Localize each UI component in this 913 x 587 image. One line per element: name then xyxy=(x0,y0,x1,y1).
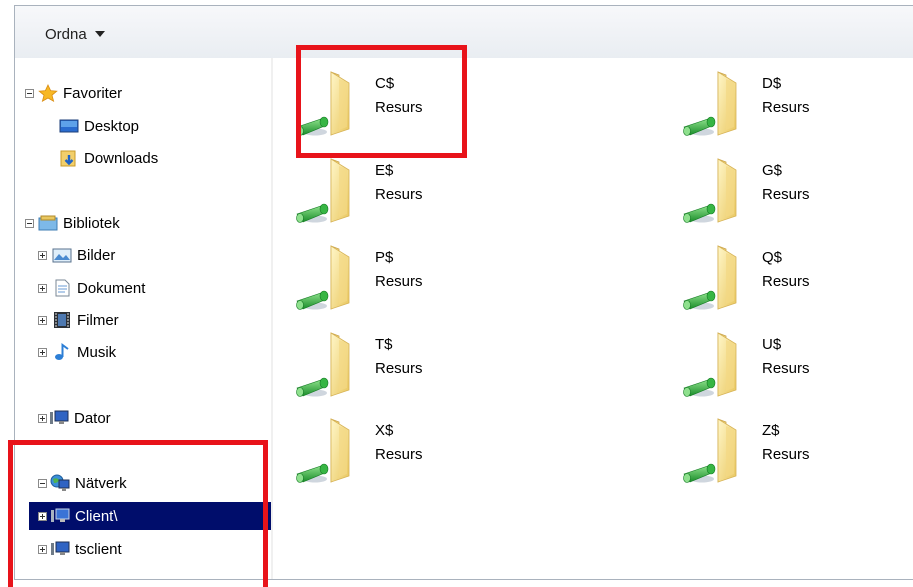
share-type: Resurs xyxy=(762,273,810,290)
content-pane: C$ Resurs D$ Resurs E$ Resurs G$ Resurs … xyxy=(273,58,913,579)
shared-folder-icon xyxy=(683,418,737,483)
collapse-icon[interactable] xyxy=(25,88,34,98)
nav-network-label: Nätverk xyxy=(75,474,127,492)
share-name: U$ xyxy=(762,336,782,353)
share-type: Resurs xyxy=(762,446,810,463)
share-name: E$ xyxy=(375,162,394,179)
nav-item-label: Bilder xyxy=(77,246,116,264)
share-item[interactable]: Q$ Resurs xyxy=(678,243,838,323)
expand-icon[interactable] xyxy=(38,315,47,325)
share-item[interactable]: E$ Resurs xyxy=(291,156,451,236)
explorer-window: Ordna Favoriter Desktop Downloads Biblio… xyxy=(14,5,913,580)
nav-item-videos[interactable]: Filmer xyxy=(38,306,119,334)
share-item[interactable]: P$ Resurs xyxy=(291,243,451,323)
share-type: Resurs xyxy=(375,360,423,377)
shared-folder-icon xyxy=(683,158,737,223)
share-name: X$ xyxy=(375,422,394,439)
nav-computer-label: Dator xyxy=(74,409,111,427)
share-item[interactable]: Z$ Resurs xyxy=(678,416,838,496)
share-type: Resurs xyxy=(375,273,423,290)
pictures-icon xyxy=(52,248,72,263)
share-type: Resurs xyxy=(375,446,423,463)
nav-item-downloads[interactable]: Downloads xyxy=(59,144,158,172)
star-icon xyxy=(38,84,58,102)
shared-folder-icon xyxy=(683,332,737,397)
share-item[interactable]: T$ Resurs xyxy=(291,330,451,410)
nav-item-desktop[interactable]: Desktop xyxy=(59,112,139,140)
share-type: Resurs xyxy=(375,99,423,116)
documents-icon xyxy=(55,279,70,297)
navigation-pane[interactable]: Favoriter Desktop Downloads Bibliotek Bi… xyxy=(15,58,272,579)
nav-item-label: Musik xyxy=(77,343,117,361)
collapse-icon[interactable] xyxy=(25,218,34,228)
nav-favorites-label: Favoriter xyxy=(63,84,123,102)
chevron-down-icon xyxy=(94,31,105,37)
share-item[interactable]: X$ Resurs xyxy=(291,416,451,496)
share-type: Resurs xyxy=(375,186,423,203)
nav-item-music[interactable]: Musik xyxy=(38,338,116,366)
shared-folder-icon xyxy=(296,332,350,397)
nav-item-documents[interactable]: Dokument xyxy=(38,274,145,302)
command-bar: Ordna xyxy=(15,6,913,59)
nav-libraries-label: Bibliotek xyxy=(63,214,120,232)
nav-item-label: Downloads xyxy=(84,149,159,167)
expand-icon[interactable] xyxy=(38,250,47,260)
share-name: P$ xyxy=(375,249,394,266)
nav-item-label: Client\ xyxy=(75,507,118,525)
expand-icon[interactable] xyxy=(38,413,47,423)
share-name: T$ xyxy=(375,336,393,353)
nav-item-pictures[interactable]: Bilder xyxy=(38,241,115,269)
network-globe-icon xyxy=(50,474,70,491)
shared-folder-icon xyxy=(683,245,737,310)
expand-icon[interactable] xyxy=(38,347,47,357)
film-icon xyxy=(54,312,70,328)
nav-item-label: Desktop xyxy=(84,117,140,135)
nav-favorites[interactable]: Favoriter xyxy=(25,79,122,107)
shared-folder-icon xyxy=(296,71,350,136)
share-item[interactable]: U$ Resurs xyxy=(678,330,838,410)
nav-network[interactable]: Nätverk xyxy=(38,469,127,497)
nav-item-label: Dokument xyxy=(77,279,146,297)
nav-item-client[interactable]: Client\ xyxy=(29,502,271,530)
share-name: G$ xyxy=(762,162,783,179)
expand-icon[interactable] xyxy=(38,544,47,554)
library-icon xyxy=(38,215,58,231)
shared-folder-icon xyxy=(296,418,350,483)
downloads-folder-icon xyxy=(60,150,76,167)
expand-icon[interactable] xyxy=(38,511,47,521)
music-note-icon xyxy=(55,343,69,360)
shared-folder-icon xyxy=(296,245,350,310)
share-name: D$ xyxy=(762,75,782,92)
network-computer-icon xyxy=(51,541,70,555)
share-type: Resurs xyxy=(762,360,810,377)
nav-item-label: tsclient xyxy=(75,540,122,558)
share-item[interactable]: G$ Resurs xyxy=(678,156,838,236)
network-computer-icon xyxy=(51,508,70,522)
computer-icon xyxy=(50,410,69,424)
organize-button[interactable]: Ordna xyxy=(45,23,105,45)
share-name: Q$ xyxy=(762,249,783,266)
expand-icon[interactable] xyxy=(38,283,47,293)
shared-folder-icon xyxy=(296,158,350,223)
nav-computer[interactable]: Dator xyxy=(38,404,111,432)
nav-libraries[interactable]: Bibliotek xyxy=(25,209,120,237)
share-type: Resurs xyxy=(762,186,810,203)
collapse-icon[interactable] xyxy=(38,478,47,488)
share-type: Resurs xyxy=(762,99,810,116)
share-name: Z$ xyxy=(762,422,780,439)
shared-folder-icon xyxy=(683,71,737,136)
share-item[interactable]: D$ Resurs xyxy=(678,69,838,149)
nav-item-tsclient[interactable]: tsclient xyxy=(38,535,122,563)
desktop-icon xyxy=(59,119,79,133)
share-name: C$ xyxy=(375,75,395,92)
organize-label: Ordna xyxy=(45,25,87,43)
share-item[interactable]: C$ Resurs xyxy=(291,69,451,149)
nav-item-label: Filmer xyxy=(77,311,119,329)
